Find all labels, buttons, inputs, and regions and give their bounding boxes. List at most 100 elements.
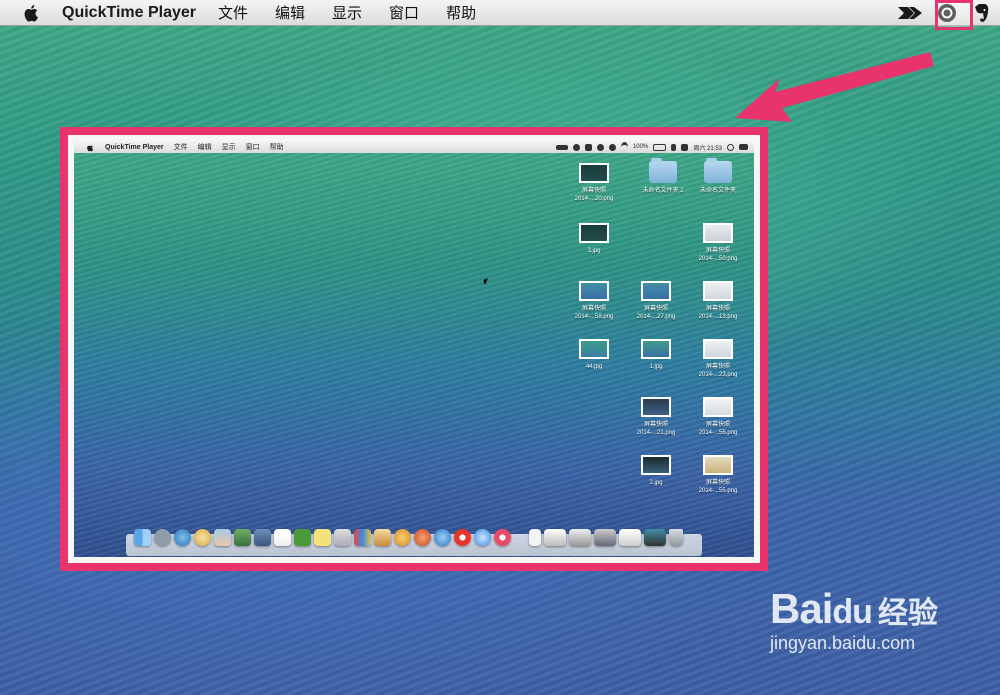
- file-caption: 屏幕快照: [686, 421, 750, 429]
- dock-icons: [134, 529, 683, 546]
- inner-app-name: QuickTime Player: [105, 144, 164, 151]
- notes-icon[interactable]: [314, 529, 331, 546]
- file-caption: 2.jpg: [624, 479, 688, 487]
- desktop-file[interactable]: 44.jpg: [562, 339, 626, 371]
- inner-list-icon: [739, 144, 748, 150]
- inner-apple-icon: [86, 143, 95, 152]
- screenshot-tool-icon[interactable]: [334, 529, 351, 546]
- file-caption: 屏幕快照: [686, 247, 750, 255]
- inner-menu-bar: QuickTime Player 文件 编辑 显示 窗口 帮助 100% 周六 …: [74, 141, 754, 153]
- mail-icon[interactable]: [254, 529, 271, 546]
- file-thumbnail: [703, 339, 733, 359]
- menu-file[interactable]: 文件: [218, 2, 248, 23]
- file-thumbnail: [703, 397, 733, 417]
- recording-icon-highlight: [935, 0, 973, 30]
- inner-menu-edit: 编辑: [198, 142, 212, 152]
- window-thumb-icon[interactable]: [544, 529, 566, 546]
- menu-window[interactable]: 窗口: [389, 2, 419, 23]
- inner-battery-text: 100%: [633, 144, 648, 150]
- inner-screenshot: QuickTime Player 文件 编辑 显示 窗口 帮助 100% 周六 …: [74, 141, 754, 557]
- inner-input-icon: [681, 144, 688, 151]
- desktop-file[interactable]: 1.jpg: [624, 339, 688, 371]
- file-caption: 屏幕快照: [624, 421, 688, 429]
- chart-app-icon[interactable]: [354, 529, 371, 546]
- file-caption: 3.jpg: [562, 247, 626, 255]
- inner-battery-icon: [653, 144, 666, 151]
- file-caption: 1.jpg: [624, 363, 688, 371]
- watermark-url: jingyan.baidu.com: [770, 633, 990, 654]
- video-player-icon[interactable]: [454, 529, 471, 546]
- file-thumbnail: [579, 223, 609, 243]
- quicktime-icon[interactable]: [494, 529, 511, 546]
- qq-icon[interactable]: [394, 529, 411, 546]
- arrow-forward-icon[interactable]: [896, 6, 926, 20]
- file-caption: 2014-...20.png: [562, 195, 626, 203]
- desktop-file[interactable]: 屏幕快照 2014-...27.png: [624, 281, 688, 321]
- finder-icon[interactable]: [134, 529, 151, 546]
- file-caption: 44.jpg: [562, 363, 626, 371]
- file-caption: 2014-...27.png: [624, 313, 688, 321]
- window-thumb-icon[interactable]: [619, 529, 641, 546]
- desktop-file[interactable]: 屏幕快照 2014-...21.png: [624, 397, 688, 437]
- file-caption: 屏幕快照: [624, 305, 688, 313]
- inner-menu-window: 窗口: [246, 142, 260, 152]
- file-caption: 屏幕快照: [686, 363, 750, 371]
- itunes-icon[interactable]: [474, 529, 491, 546]
- inner-evernote-icon: [585, 144, 592, 151]
- inner-wifi-icon: [621, 142, 628, 152]
- safari-icon[interactable]: [174, 529, 191, 546]
- file-caption: 2014-...56.png: [686, 429, 750, 437]
- menu-edit[interactable]: 编辑: [275, 2, 305, 23]
- desktop-file[interactable]: 屏幕快照 2014-...56.png: [686, 397, 750, 437]
- desktop-file[interactable]: 屏幕快照 2014-...23.png: [686, 339, 750, 379]
- desktop-file[interactable]: 屏幕快照 2014-...20.png: [562, 163, 626, 203]
- trash-icon[interactable]: [669, 529, 683, 546]
- window-thumb-icon[interactable]: [594, 529, 616, 546]
- apple-icon[interactable]: [22, 3, 42, 23]
- file-thumbnail: [641, 455, 671, 475]
- desktop-file[interactable]: 屏幕快照 2014-...58.png: [562, 281, 626, 321]
- file-thumbnail: [703, 223, 733, 243]
- bird-app-icon[interactable]: [434, 529, 451, 546]
- file-thumbnail: [579, 163, 609, 183]
- file-thumbnail: [641, 397, 671, 417]
- inner-arrow-icon: [556, 145, 568, 150]
- pencil-app-icon[interactable]: [374, 529, 391, 546]
- file-thumbnail: [703, 281, 733, 301]
- file-caption: 屏幕快照: [686, 479, 750, 487]
- app-name-menu[interactable]: QuickTime Player: [62, 4, 196, 22]
- menu-view[interactable]: 显示: [332, 2, 362, 23]
- file-thumbnail: [641, 339, 671, 359]
- photo-icon[interactable]: [234, 529, 251, 546]
- mouse-cursor-icon: [483, 278, 489, 284]
- window-thumb-icon[interactable]: [644, 529, 666, 546]
- file-caption: 2014-...55.png: [686, 487, 750, 495]
- file-thumbnail: [579, 339, 609, 359]
- watermark-sub: 经验: [878, 597, 938, 630]
- file-caption: 2014-...50.png: [686, 255, 750, 263]
- desktop-file[interactable]: 2.jpg: [624, 455, 688, 487]
- watermark-logo-du: du: [832, 593, 872, 631]
- document-icon[interactable]: [529, 529, 541, 546]
- calendar-icon[interactable]: [274, 529, 291, 546]
- evernote-dock-icon[interactable]: [294, 529, 311, 546]
- baidu-watermark: Baidu经验 jingyan.baidu.com: [770, 585, 990, 654]
- file-caption: 2014-...21.png: [624, 429, 688, 437]
- window-thumb-icon[interactable]: [569, 529, 591, 546]
- chrome-icon[interactable]: [194, 529, 211, 546]
- launchpad-icon[interactable]: [154, 529, 171, 546]
- desktop-file[interactable]: 屏幕快照 2014-...50.png: [686, 223, 750, 263]
- desktop-folder[interactable]: 未命名文件夹: [686, 161, 750, 195]
- file-caption: 2014-...13.png: [686, 313, 750, 321]
- folder-icon: [649, 161, 677, 183]
- desktop-file[interactable]: 3.jpg: [562, 223, 626, 255]
- qq2-icon[interactable]: [414, 529, 431, 546]
- inner-volume-icon: [671, 144, 676, 151]
- file-caption: 2014-...23.png: [686, 371, 750, 379]
- preview-icon[interactable]: [214, 529, 231, 546]
- desktop-file[interactable]: 屏幕快照 2014-...55.png: [686, 455, 750, 495]
- inner-menu-view: 显示: [222, 142, 236, 152]
- menu-help[interactable]: 帮助: [446, 2, 476, 23]
- evernote-icon[interactable]: [970, 3, 992, 23]
- desktop-file[interactable]: 屏幕快照 2014-...13.png: [686, 281, 750, 321]
